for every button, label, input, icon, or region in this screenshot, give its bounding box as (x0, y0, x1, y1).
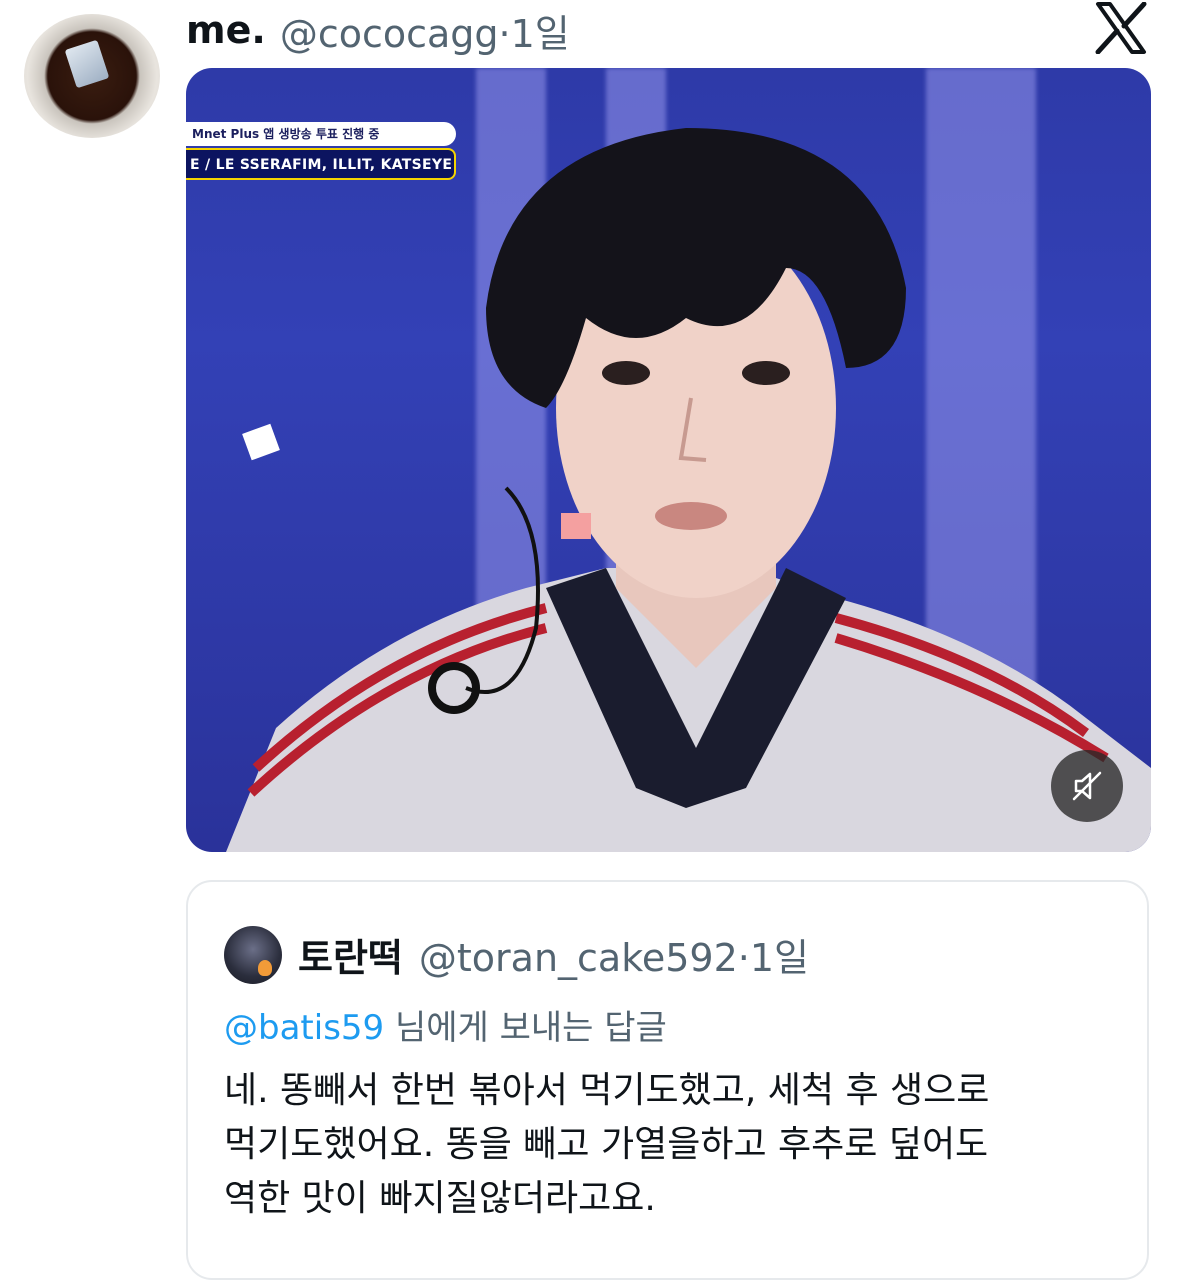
quoted-text-line: 먹기도했어요. 똥을 빼고 가열을하고 후추로 덮어도 (224, 1124, 989, 1165)
avatar-flame (258, 960, 272, 976)
reply-suffix: 님에게 보내는 답글 (384, 1008, 667, 1048)
tweet-video[interactable]: Mnet Plus 앱 생방송 투표 진행 중 E / LE SSERAFIM,… (186, 68, 1151, 852)
tweet-header: me. @cococagg·1일 (186, 2, 570, 58)
quoted-text-line: 역한 맛이 빠지질않더라고요. (224, 1178, 656, 1219)
quoted-author-handle[interactable]: @toran_cake592·1일 (419, 927, 809, 982)
broadcast-overlay: Mnet Plus 앱 생방송 투표 진행 중 E / LE SSERAFIM,… (186, 122, 456, 182)
overlay-line1: Mnet Plus 앱 생방송 투표 진행 중 (186, 122, 456, 146)
performer-figure (226, 128, 1151, 852)
overlay-line2: E / LE SSERAFIM, ILLIT, KATSEYE (186, 148, 456, 180)
quoted-text-line: 네. 똥빼서 한번 볶아서 먹기도했고, 세척 후 생으로 (224, 1070, 990, 1111)
quoted-tweet-text: 네. 똥빼서 한번 볶아서 먹기도했고, 세척 후 생으로 먹기도했어요. 똥을… (224, 1064, 1124, 1226)
author-avatar[interactable] (24, 14, 160, 138)
mute-button[interactable] (1051, 750, 1123, 822)
quoted-author-name[interactable]: 토란떡 (298, 927, 403, 982)
reply-context: @batis59 님에게 보내는 답글 (224, 1000, 667, 1049)
quoted-author-avatar[interactable] (224, 926, 282, 984)
avatar-image-detail (64, 39, 110, 89)
author-handle[interactable]: @cococagg·1일 (280, 3, 570, 58)
speaker-muted-icon (1072, 771, 1102, 801)
reply-mention-link[interactable]: @batis59 (224, 1008, 384, 1048)
author-name[interactable]: me. (186, 8, 266, 52)
x-logo-icon (1094, 1, 1148, 55)
quoted-tweet-header: 토란떡 @toran_cake592·1일 (298, 924, 809, 984)
quoted-tweet[interactable]: 토란떡 @toran_cake592·1일 @batis59 님에게 보내는 답… (186, 880, 1149, 1280)
